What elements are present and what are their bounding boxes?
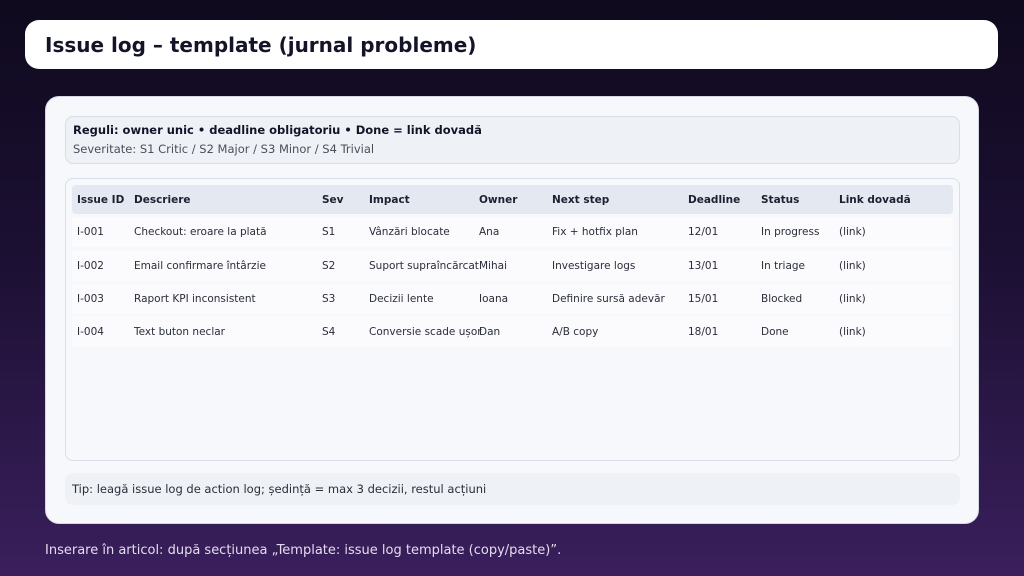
cell-issue-id: I-003 <box>77 293 104 305</box>
cell-deadline: 15/01 <box>688 293 719 305</box>
cell-descriere: Raport KPI inconsistent <box>134 293 256 305</box>
cell-status: Done <box>761 326 789 338</box>
cell-sev: S3 <box>322 293 336 305</box>
cell-impact: Decizii lente <box>369 293 434 305</box>
table-row: I-002 Email confirmare întârzie S2 Supor… <box>72 251 953 281</box>
title-bar: Issue log – template (jurnal probleme) <box>25 20 998 69</box>
cell-owner: Ioana <box>479 293 509 305</box>
cell-next-step: Definire sursă adevăr <box>552 293 665 305</box>
cell-issue-id: I-001 <box>77 226 104 238</box>
cell-deadline: 12/01 <box>688 226 719 238</box>
header-deadline: Deadline <box>688 193 741 206</box>
issue-table: Issue ID Descriere Sev Impact Owner Next… <box>65 178 960 461</box>
rules-panel: Reguli: owner unic • deadline obligatori… <box>65 116 960 164</box>
cell-sev: S2 <box>322 260 336 272</box>
header-link-dovada: Link dovadă <box>839 193 911 206</box>
rules-text: Reguli: owner unic • deadline obligatori… <box>73 123 482 137</box>
cell-sev: S4 <box>322 326 336 338</box>
cell-impact: Vânzări blocate <box>369 226 450 238</box>
table-row: I-001 Checkout: eroare la plată S1 Vânză… <box>72 217 953 247</box>
header-status: Status <box>761 193 800 206</box>
cell-owner: Dan <box>479 326 501 338</box>
cell-next-step: Investigare logs <box>552 260 636 272</box>
cell-link[interactable]: (link) <box>839 217 866 247</box>
cell-impact: Suport supraîncărcat <box>369 260 479 272</box>
table-row: I-004 Text buton neclar S4 Conversie sca… <box>72 317 953 347</box>
tip-text: Tip: leagă issue log de action log; ședi… <box>72 482 487 496</box>
cell-descriere: Checkout: eroare la plată <box>134 226 267 238</box>
header-sev: Sev <box>322 193 344 206</box>
severity-legend: Severitate: S1 Critic / S2 Major / S3 Mi… <box>73 142 375 156</box>
header-owner: Owner <box>479 193 518 206</box>
header-next-step: Next step <box>552 193 610 206</box>
cell-descriere: Text buton neclar <box>134 326 225 338</box>
cell-descriere: Email confirmare întârzie <box>134 260 266 272</box>
cell-sev: S1 <box>322 226 336 238</box>
cell-deadline: 18/01 <box>688 326 719 338</box>
cell-deadline: 13/01 <box>688 260 719 272</box>
cell-issue-id: I-004 <box>77 326 104 338</box>
header-impact: Impact <box>369 193 410 206</box>
cell-status: In progress <box>761 226 820 238</box>
header-descriere: Descriere <box>134 193 191 206</box>
table-header-row: Issue ID Descriere Sev Impact Owner Next… <box>72 185 953 214</box>
cell-impact: Conversie scade ușor <box>369 326 482 338</box>
cell-next-step: A/B copy <box>552 326 599 338</box>
cell-owner: Mihai <box>479 260 507 272</box>
cell-status: In triage <box>761 260 805 272</box>
insertion-note: Inserare în articol: după secțiunea „Tem… <box>45 543 562 558</box>
header-issue-id: Issue ID <box>77 193 125 206</box>
page-title: Issue log – template (jurnal probleme) <box>45 33 477 57</box>
cell-next-step: Fix + hotfix plan <box>552 226 638 238</box>
table-row: I-003 Raport KPI inconsistent S3 Decizii… <box>72 284 953 314</box>
cell-issue-id: I-002 <box>77 260 104 272</box>
tip-panel: Tip: leagă issue log de action log; ședi… <box>65 473 960 505</box>
cell-link[interactable]: (link) <box>839 284 866 314</box>
cell-owner: Ana <box>479 226 500 238</box>
cell-link[interactable]: (link) <box>839 251 866 281</box>
cell-link[interactable]: (link) <box>839 317 866 347</box>
cell-status: Blocked <box>761 293 803 305</box>
content-card: Reguli: owner unic • deadline obligatori… <box>45 96 979 524</box>
